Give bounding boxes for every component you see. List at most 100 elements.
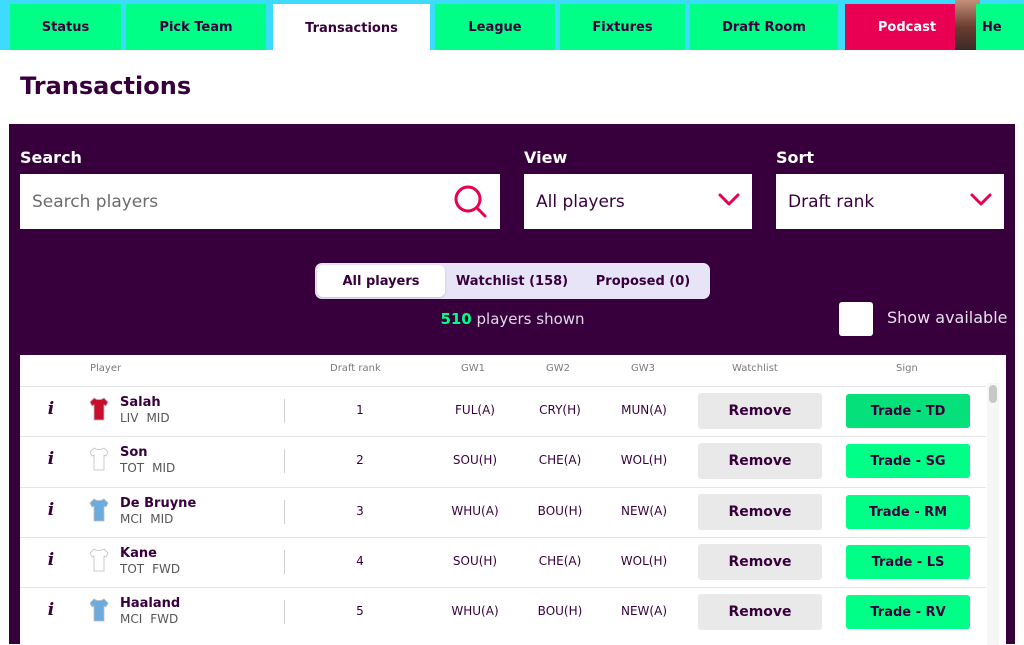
player-info-icon[interactable]: i bbox=[45, 600, 57, 620]
header-watchlist: Watchlist bbox=[732, 363, 778, 374]
tab-help[interactable]: He bbox=[976, 4, 1024, 50]
header-gw3: GW3 bbox=[631, 363, 655, 374]
gw1-fixture: FUL(A) bbox=[455, 403, 495, 417]
row-divider bbox=[284, 550, 285, 574]
player-name[interactable]: Haaland bbox=[120, 596, 180, 611]
row-divider bbox=[284, 500, 285, 524]
gw1-fixture: SOU(H) bbox=[452, 453, 498, 467]
draft-rank: 4 bbox=[356, 554, 364, 568]
gw2-fixture: BOU(H) bbox=[537, 504, 583, 518]
segment-proposed[interactable]: Proposed (0) bbox=[579, 265, 707, 297]
player-meta: LIV MID bbox=[120, 411, 178, 425]
gw2-fixture: BOU(H) bbox=[537, 604, 583, 618]
gw3-fixture: WOL(H) bbox=[620, 453, 668, 467]
tab-league[interactable]: League bbox=[435, 4, 555, 50]
show-available-label: Show available bbox=[887, 308, 1008, 327]
segment-all-players[interactable]: All players bbox=[317, 265, 445, 297]
player-meta: TOT FWD bbox=[120, 562, 188, 576]
trade-button[interactable]: Trade - RM bbox=[846, 495, 970, 529]
draft-rank: 1 bbox=[356, 403, 364, 417]
player-info-icon[interactable]: i bbox=[45, 449, 57, 469]
player-team: LIV bbox=[120, 411, 139, 425]
player-meta: MCI FWD bbox=[120, 612, 186, 626]
gw3-fixture: WOL(H) bbox=[620, 554, 668, 568]
player-position: FWD bbox=[152, 562, 181, 576]
trade-button[interactable]: Trade - TD bbox=[846, 394, 970, 428]
sort-select[interactable]: Draft rank bbox=[776, 174, 1004, 229]
player-info-icon[interactable]: i bbox=[45, 500, 57, 520]
search-placeholder: Search players bbox=[32, 191, 159, 212]
players-count-number: 510 bbox=[440, 310, 472, 328]
player-info-icon[interactable]: i bbox=[45, 399, 57, 419]
tab-fixtures[interactable]: Fixtures bbox=[560, 4, 685, 50]
segment-watchlist[interactable]: Watchlist (158) bbox=[447, 265, 577, 297]
players-count-suffix: players shown bbox=[476, 310, 585, 328]
chevron-down-icon bbox=[718, 192, 740, 212]
trade-button[interactable]: Trade - RV bbox=[846, 595, 970, 629]
player-team: TOT bbox=[120, 562, 145, 576]
tab-draft-room[interactable]: Draft Room bbox=[690, 4, 838, 50]
row-divider bbox=[284, 449, 285, 473]
player-team: MCI bbox=[120, 612, 143, 626]
player-position: MID bbox=[152, 461, 176, 475]
gw3-fixture: NEW(A) bbox=[621, 504, 667, 518]
draft-rank: 2 bbox=[356, 453, 364, 467]
draft-rank: 3 bbox=[356, 504, 364, 518]
gw2-fixture: CHE(A) bbox=[538, 453, 582, 467]
view-select[interactable]: All players bbox=[524, 174, 752, 229]
kit-shirt-icon bbox=[88, 396, 110, 426]
gw3-fixture: NEW(A) bbox=[621, 604, 667, 618]
tab-pick-team[interactable]: Pick Team bbox=[126, 4, 266, 50]
player-position: MID bbox=[146, 411, 170, 425]
search-input[interactable]: Search players bbox=[20, 174, 500, 229]
draft-rank: 5 bbox=[356, 604, 364, 618]
player-meta: TOT MID bbox=[120, 461, 183, 475]
trade-button[interactable]: Trade - LS bbox=[846, 545, 970, 579]
gw1-fixture: WHU(A) bbox=[451, 604, 499, 618]
scrollbar-thumb[interactable] bbox=[989, 385, 997, 403]
gw2-fixture: CRY(H) bbox=[539, 403, 581, 417]
player-position: FWD bbox=[150, 612, 179, 626]
kit-shirt-icon bbox=[88, 497, 110, 527]
header-player: Player bbox=[90, 363, 122, 374]
search-label: Search bbox=[20, 148, 82, 167]
row-divider bbox=[284, 600, 285, 624]
top-navigation: Status Pick Team Transactions League Fix… bbox=[0, 0, 1024, 50]
watchlist-remove-button[interactable]: Remove bbox=[698, 594, 822, 630]
gw3-fixture: MUN(A) bbox=[621, 403, 667, 417]
tab-podcast[interactable]: Podcast bbox=[845, 4, 969, 50]
trade-button[interactable]: Trade - SG bbox=[846, 444, 970, 478]
player-info-icon[interactable]: i bbox=[45, 550, 57, 570]
player-team: TOT bbox=[120, 461, 145, 475]
kit-shirt-icon bbox=[88, 446, 110, 476]
player-name[interactable]: Son bbox=[120, 445, 148, 460]
kit-shirt-icon bbox=[88, 597, 110, 627]
tab-status[interactable]: Status bbox=[10, 4, 121, 50]
sort-value: Draft rank bbox=[788, 191, 875, 212]
sort-label: Sort bbox=[776, 148, 815, 167]
players-shown-count: 510 players shown bbox=[380, 310, 645, 328]
player-meta: MCI MID bbox=[120, 512, 181, 526]
player-name[interactable]: Salah bbox=[120, 395, 161, 410]
show-available-checkbox[interactable] bbox=[839, 302, 873, 336]
player-name[interactable]: Kane bbox=[120, 546, 157, 561]
player-team: MCI bbox=[120, 512, 143, 526]
player-position: MID bbox=[150, 512, 174, 526]
watchlist-remove-button[interactable]: Remove bbox=[698, 494, 822, 530]
watchlist-remove-button[interactable]: Remove bbox=[698, 443, 822, 479]
watchlist-remove-button[interactable]: Remove bbox=[698, 544, 822, 580]
gw1-fixture: SOU(H) bbox=[452, 554, 498, 568]
player-list-toggle: All players Watchlist (158) Proposed (0) bbox=[315, 263, 710, 299]
kit-shirt-icon bbox=[88, 547, 110, 577]
player-name[interactable]: De Bruyne bbox=[120, 496, 196, 511]
table-scrollbar[interactable] bbox=[987, 383, 999, 645]
chevron-down-icon bbox=[970, 192, 992, 212]
view-label: View bbox=[524, 148, 568, 167]
row-divider bbox=[284, 399, 285, 423]
header-draft-rank[interactable]: Draft rank bbox=[330, 363, 381, 374]
page-title: Transactions bbox=[20, 72, 192, 100]
header-gw2: GW2 bbox=[546, 363, 570, 374]
search-icon[interactable] bbox=[452, 183, 490, 226]
watchlist-remove-button[interactable]: Remove bbox=[698, 393, 822, 429]
tab-transactions[interactable]: Transactions bbox=[273, 4, 430, 50]
